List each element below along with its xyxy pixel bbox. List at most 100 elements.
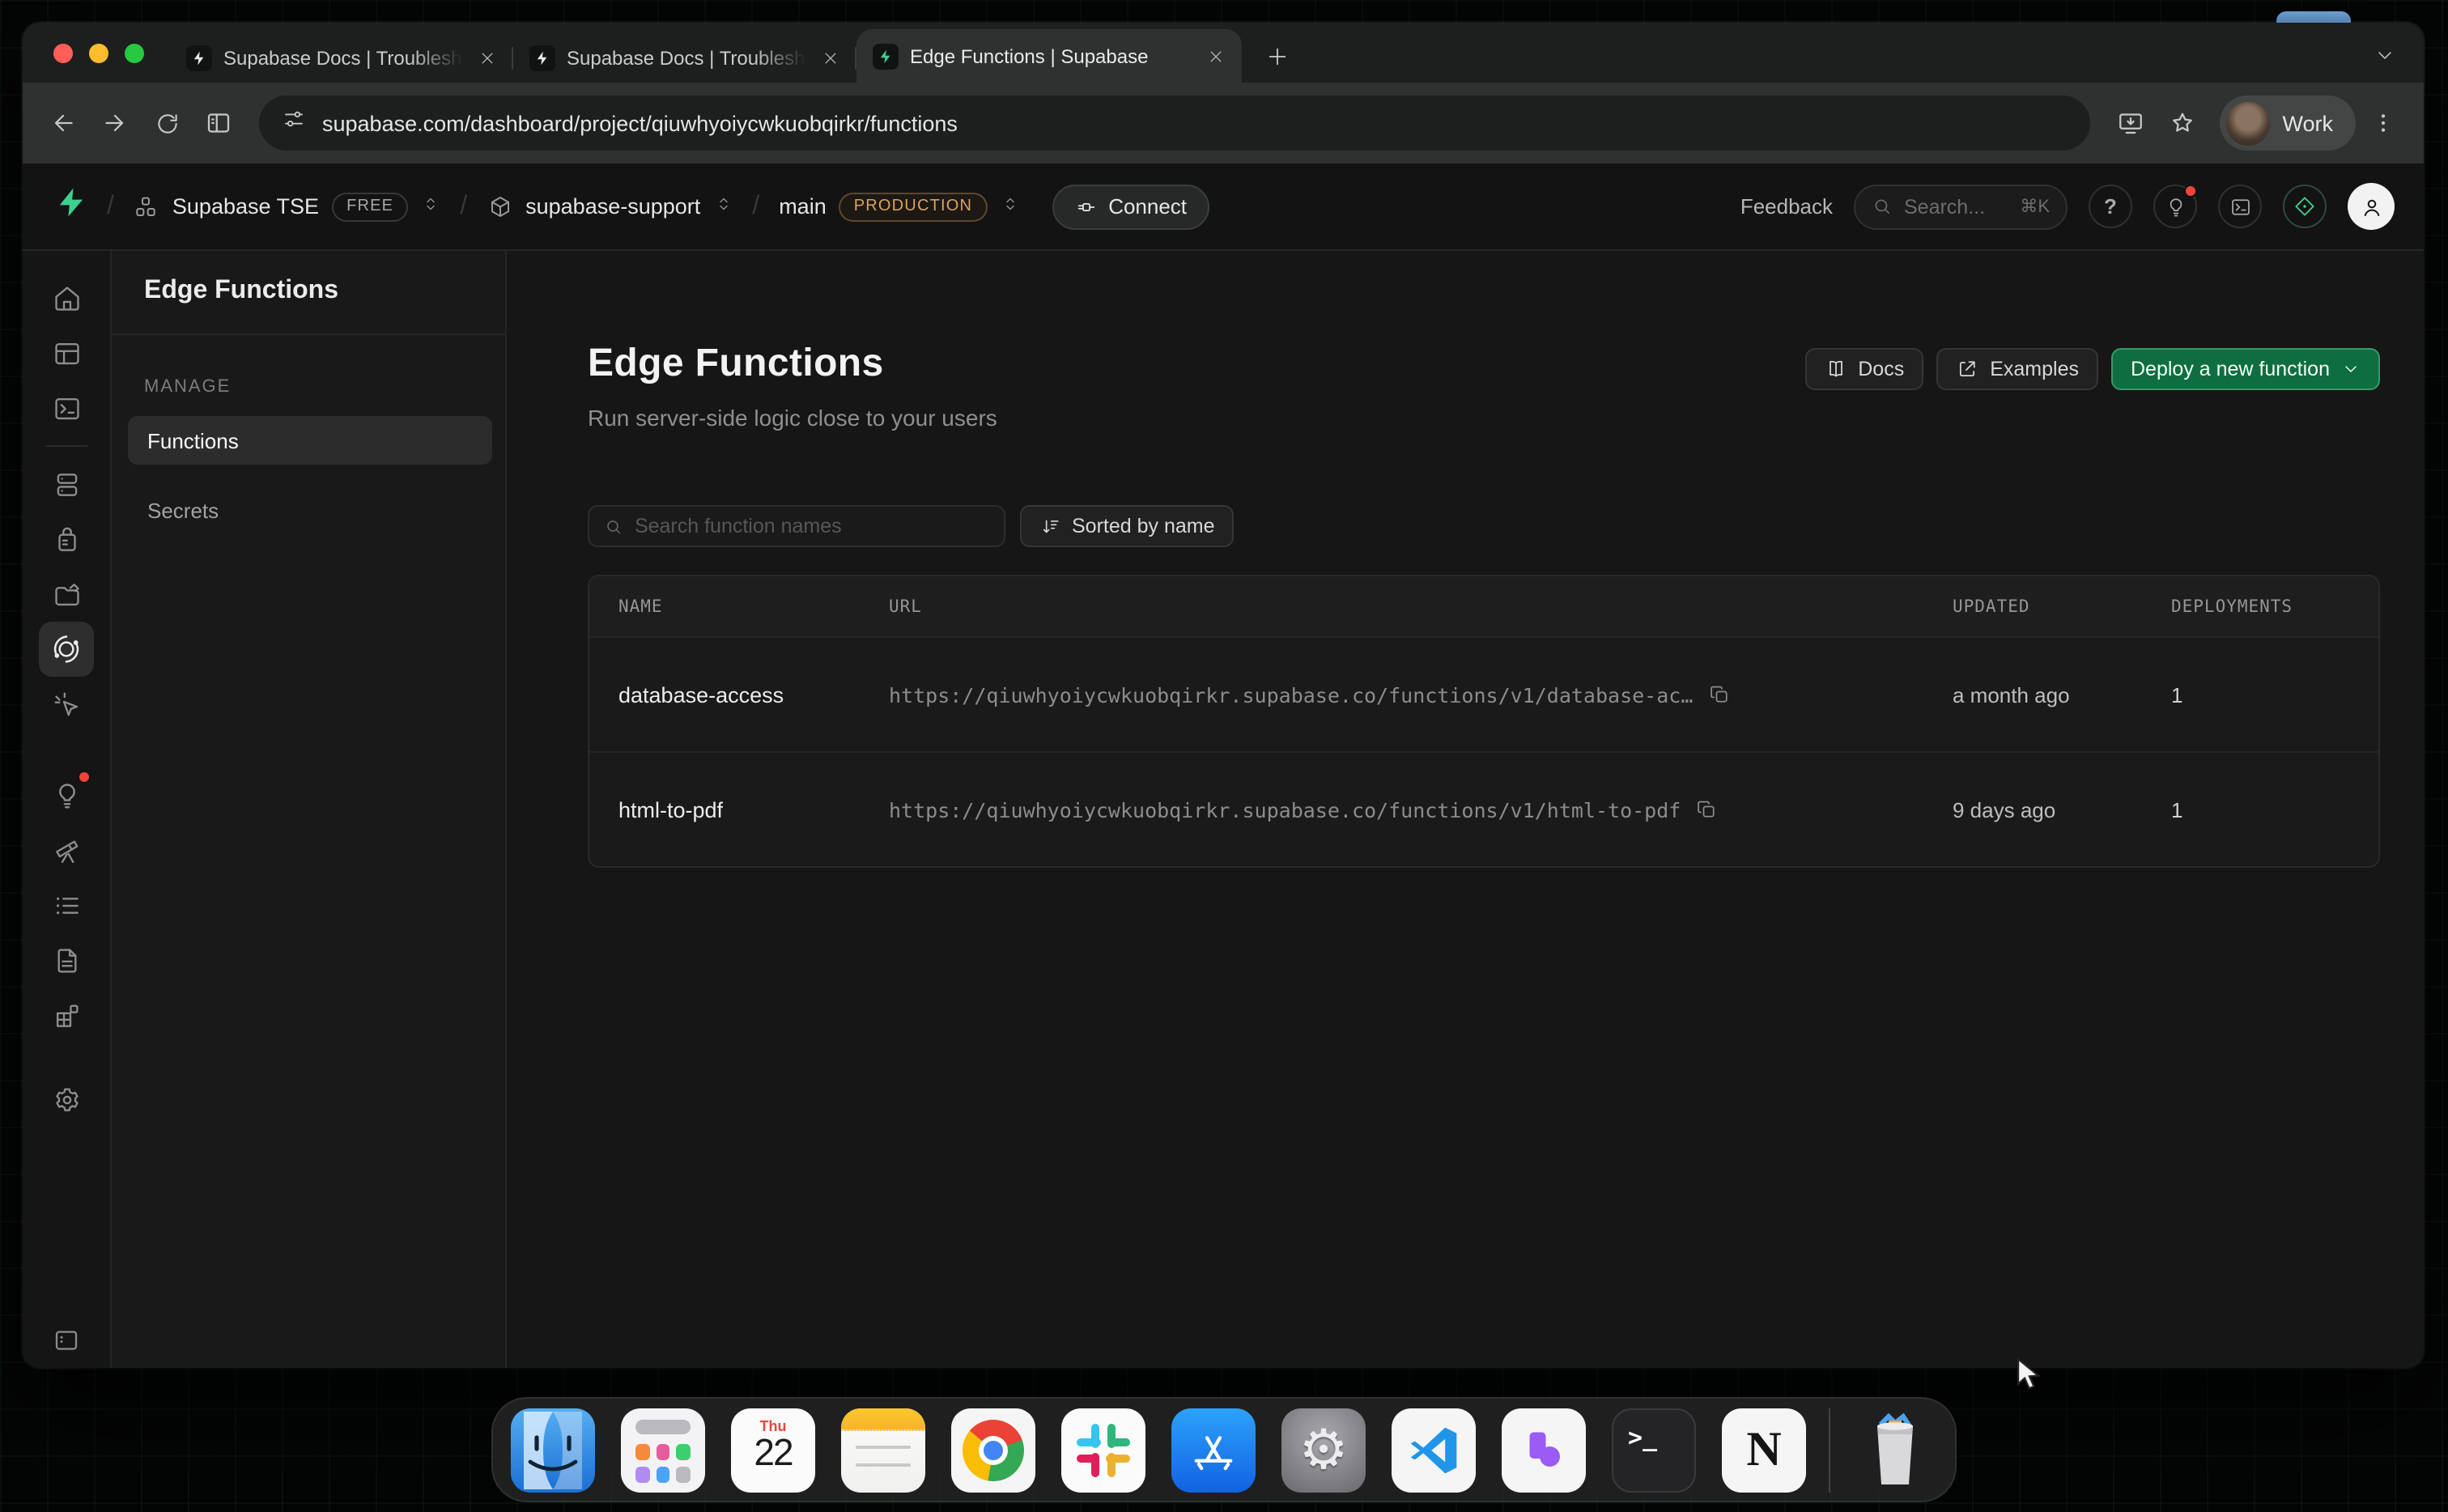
tab-supabase-docs-2[interactable]: Supabase Docs | Troubleshoo	[513, 34, 856, 83]
tab-close-icon[interactable]	[1203, 43, 1229, 69]
tab-close-icon[interactable]	[818, 45, 844, 71]
dock-app-launchpad[interactable]	[621, 1408, 705, 1492]
dock-app-appstore[interactable]	[1171, 1408, 1256, 1492]
dock-app-chrome[interactable]	[951, 1408, 1035, 1492]
advisor-notification-dot	[78, 771, 91, 784]
help-button[interactable]: ?	[2089, 185, 2132, 228]
profile-avatar	[2225, 101, 2269, 145]
app-header: / Supabase TSE FREE / supabase-support	[23, 164, 2424, 251]
rail-integrations-icon[interactable]	[39, 987, 94, 1043]
dock-app-notion[interactable]: N	[1722, 1408, 1806, 1492]
branch-name: main	[779, 194, 827, 219]
function-search-input[interactable]	[635, 515, 989, 537]
browser-profile-button[interactable]: Work	[2219, 96, 2356, 151]
minimize-window-button[interactable]	[89, 43, 108, 62]
breadcrumb-project[interactable]: supabase-support	[487, 193, 733, 219]
supabase-logo[interactable]	[55, 186, 87, 227]
rail-settings-icon[interactable]	[39, 1072, 94, 1127]
command-console-button[interactable]	[2218, 185, 2262, 228]
sidebar-item-secrets[interactable]: Secrets	[128, 486, 492, 534]
profile-name: Work	[2282, 111, 2333, 135]
rail-collapse-sidebar-icon[interactable]	[39, 1313, 94, 1368]
browser-window: Supabase Docs | Troubleshoo Supabase Doc…	[23, 23, 2424, 1368]
new-tab-button[interactable]	[1255, 34, 1300, 79]
bookmark-star-icon[interactable]	[2157, 99, 2206, 147]
back-icon[interactable]	[39, 99, 87, 147]
sort-button[interactable]: Sorted by name	[1020, 505, 1235, 547]
org-switcher-chevrons-icon[interactable]	[421, 194, 440, 219]
branch-switcher-chevrons-icon[interactable]	[1000, 194, 1019, 219]
forward-icon[interactable]	[91, 99, 139, 147]
zoom-window-button[interactable]	[125, 43, 144, 62]
rail-reports-icon[interactable]	[39, 822, 94, 877]
address-bar[interactable]: supabase.com/dashboard/project/qiuwhyoiy…	[259, 96, 2089, 151]
copy-url-icon[interactable]	[1695, 798, 1718, 821]
dock-app-notes[interactable]	[841, 1408, 925, 1492]
dock-app-calendar[interactable]: Thu 22	[731, 1408, 815, 1492]
advisor-notifications-button[interactable]	[2153, 185, 2197, 228]
function-updated: a month ago	[1953, 682, 2171, 707]
rail-home-icon[interactable]	[39, 270, 94, 325]
function-name: database-access	[618, 682, 889, 707]
rail-sql-editor-icon[interactable]	[39, 380, 94, 435]
tab-title: Supabase Docs | Troubleshoo	[223, 47, 463, 70]
close-window-button[interactable]	[53, 43, 73, 62]
feedback-button[interactable]: Feedback	[1740, 194, 1833, 219]
connect-label: Connect	[1108, 194, 1187, 219]
tab-supabase-docs-1[interactable]: Supabase Docs | Troubleshoo	[170, 34, 513, 83]
dock-app-finder[interactable]	[511, 1408, 595, 1492]
ai-assistant-button[interactable]	[2283, 185, 2327, 228]
breadcrumb-org[interactable]: Supabase TSE FREE	[134, 192, 440, 221]
rail-edge-functions-icon[interactable]	[39, 622, 94, 677]
rail-database-icon[interactable]	[39, 457, 94, 512]
macos-dock: Thu 22 ⚙ >_ N	[491, 1397, 1957, 1502]
examples-button[interactable]: Examples	[1936, 348, 2098, 390]
col-url: URL	[889, 597, 1953, 616]
dock-trash[interactable]	[1853, 1408, 1937, 1492]
sidebar-item-functions[interactable]: Functions	[128, 416, 492, 465]
url-text: supabase.com/dashboard/project/qiuwhyoiy…	[322, 111, 958, 135]
rail-api-docs-icon[interactable]	[39, 932, 94, 987]
supabase-favicon	[873, 43, 899, 69]
ai-diamond-icon	[2293, 194, 2317, 219]
tab-close-icon[interactable]	[474, 45, 500, 71]
window-controls	[23, 23, 170, 83]
rail-storage-icon[interactable]	[39, 567, 94, 622]
notion-logo: N	[1746, 1422, 1781, 1477]
rail-auth-icon[interactable]	[39, 512, 94, 567]
col-name: NAME	[618, 597, 889, 616]
global-search-button[interactable]: Search... ⌘K	[1854, 184, 2068, 229]
tab-edge-functions[interactable]: Edge Functions | Supabase	[856, 29, 1242, 83]
rail-table-editor-icon[interactable]	[39, 325, 94, 380]
rail-advisors-icon[interactable]	[39, 767, 94, 822]
reading-list-icon[interactable]	[194, 99, 243, 147]
site-settings-icon[interactable]	[282, 107, 306, 139]
breadcrumb-branch[interactable]: main PRODUCTION	[779, 192, 1019, 221]
dock-app-figma[interactable]	[1502, 1408, 1586, 1492]
deploy-function-button[interactable]: Deploy a new function	[2111, 348, 2380, 390]
function-search-field[interactable]	[588, 505, 1005, 547]
install-app-icon[interactable]	[2106, 99, 2154, 147]
account-avatar-button[interactable]	[2348, 183, 2395, 230]
dock-app-vscode[interactable]	[1392, 1408, 1476, 1492]
project-switcher-chevrons-icon[interactable]	[713, 194, 733, 219]
rail-logs-icon[interactable]	[39, 877, 94, 932]
supabase-dashboard: / Supabase TSE FREE / supabase-support	[23, 164, 2424, 1368]
reload-icon[interactable]	[142, 99, 191, 147]
dock-app-slack[interactable]	[1061, 1408, 1145, 1492]
copy-url-icon[interactable]	[1707, 683, 1730, 706]
dock-app-settings[interactable]: ⚙	[1281, 1408, 1366, 1492]
docs-button[interactable]: Docs	[1804, 348, 1923, 390]
branch-env-badge: PRODUCTION	[839, 192, 987, 221]
edge-functions-sidebar: Edge Functions MANAGE Functions Secrets	[112, 251, 507, 1368]
tab-search-chevron-icon[interactable]	[2365, 36, 2404, 74]
browser-menu-kebab-icon[interactable]	[2359, 99, 2408, 147]
table-header-row: NAME URL UPDATED DEPLOYMENTS	[589, 576, 2378, 636]
browser-toolbar: supabase.com/dashboard/project/qiuwhyoiy…	[23, 83, 2424, 164]
rail-realtime-icon[interactable]	[39, 677, 94, 732]
main-content: Edge Functions Run server-side logic clo…	[507, 251, 2424, 1368]
dock-app-terminal[interactable]: >_	[1612, 1408, 1696, 1492]
table-row[interactable]: html-to-pdf https://qiuwhyoiycwkuobqirkr…	[589, 751, 2378, 866]
table-row[interactable]: database-access https://qiuwhyoiycwkuobq…	[589, 636, 2378, 751]
connect-button[interactable]: Connect	[1052, 184, 1209, 229]
